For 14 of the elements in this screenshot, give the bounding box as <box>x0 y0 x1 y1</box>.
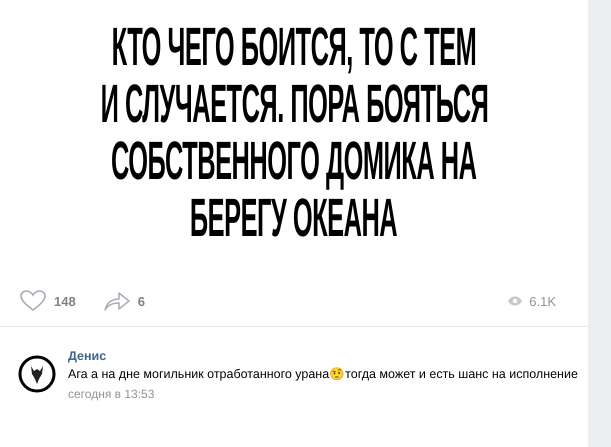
meme-text-line: И СЛУЧАЕТСЯ. ПОРА БОЯТЬСЯ <box>100 76 488 133</box>
like-count: 148 <box>54 294 76 308</box>
view-count: 6.1K <box>529 294 556 308</box>
meme-text-line: СОБСТВЕННОГО ДОМИКА НА <box>111 133 477 190</box>
avatar-icon[interactable] <box>18 355 56 393</box>
eye-icon <box>507 296 524 306</box>
share-count: 6 <box>138 294 145 308</box>
meme-text-line: БЕРЕГУ ОКЕАНА <box>190 190 398 247</box>
comment-time[interactable]: сегодня в 13:53 <box>68 387 578 401</box>
comment-text: Ага а на дне могильник отработанного урана🤨тогда может и есть шанс на исполнение <box>68 366 578 383</box>
heart-icon[interactable] <box>20 290 46 312</box>
share-arrow-icon[interactable] <box>104 291 130 311</box>
comment-author[interactable]: Денис <box>68 349 578 363</box>
meme-text-line: КТО ЧЕГО БОИТСЯ, ТО С ТЕМ <box>112 19 476 76</box>
